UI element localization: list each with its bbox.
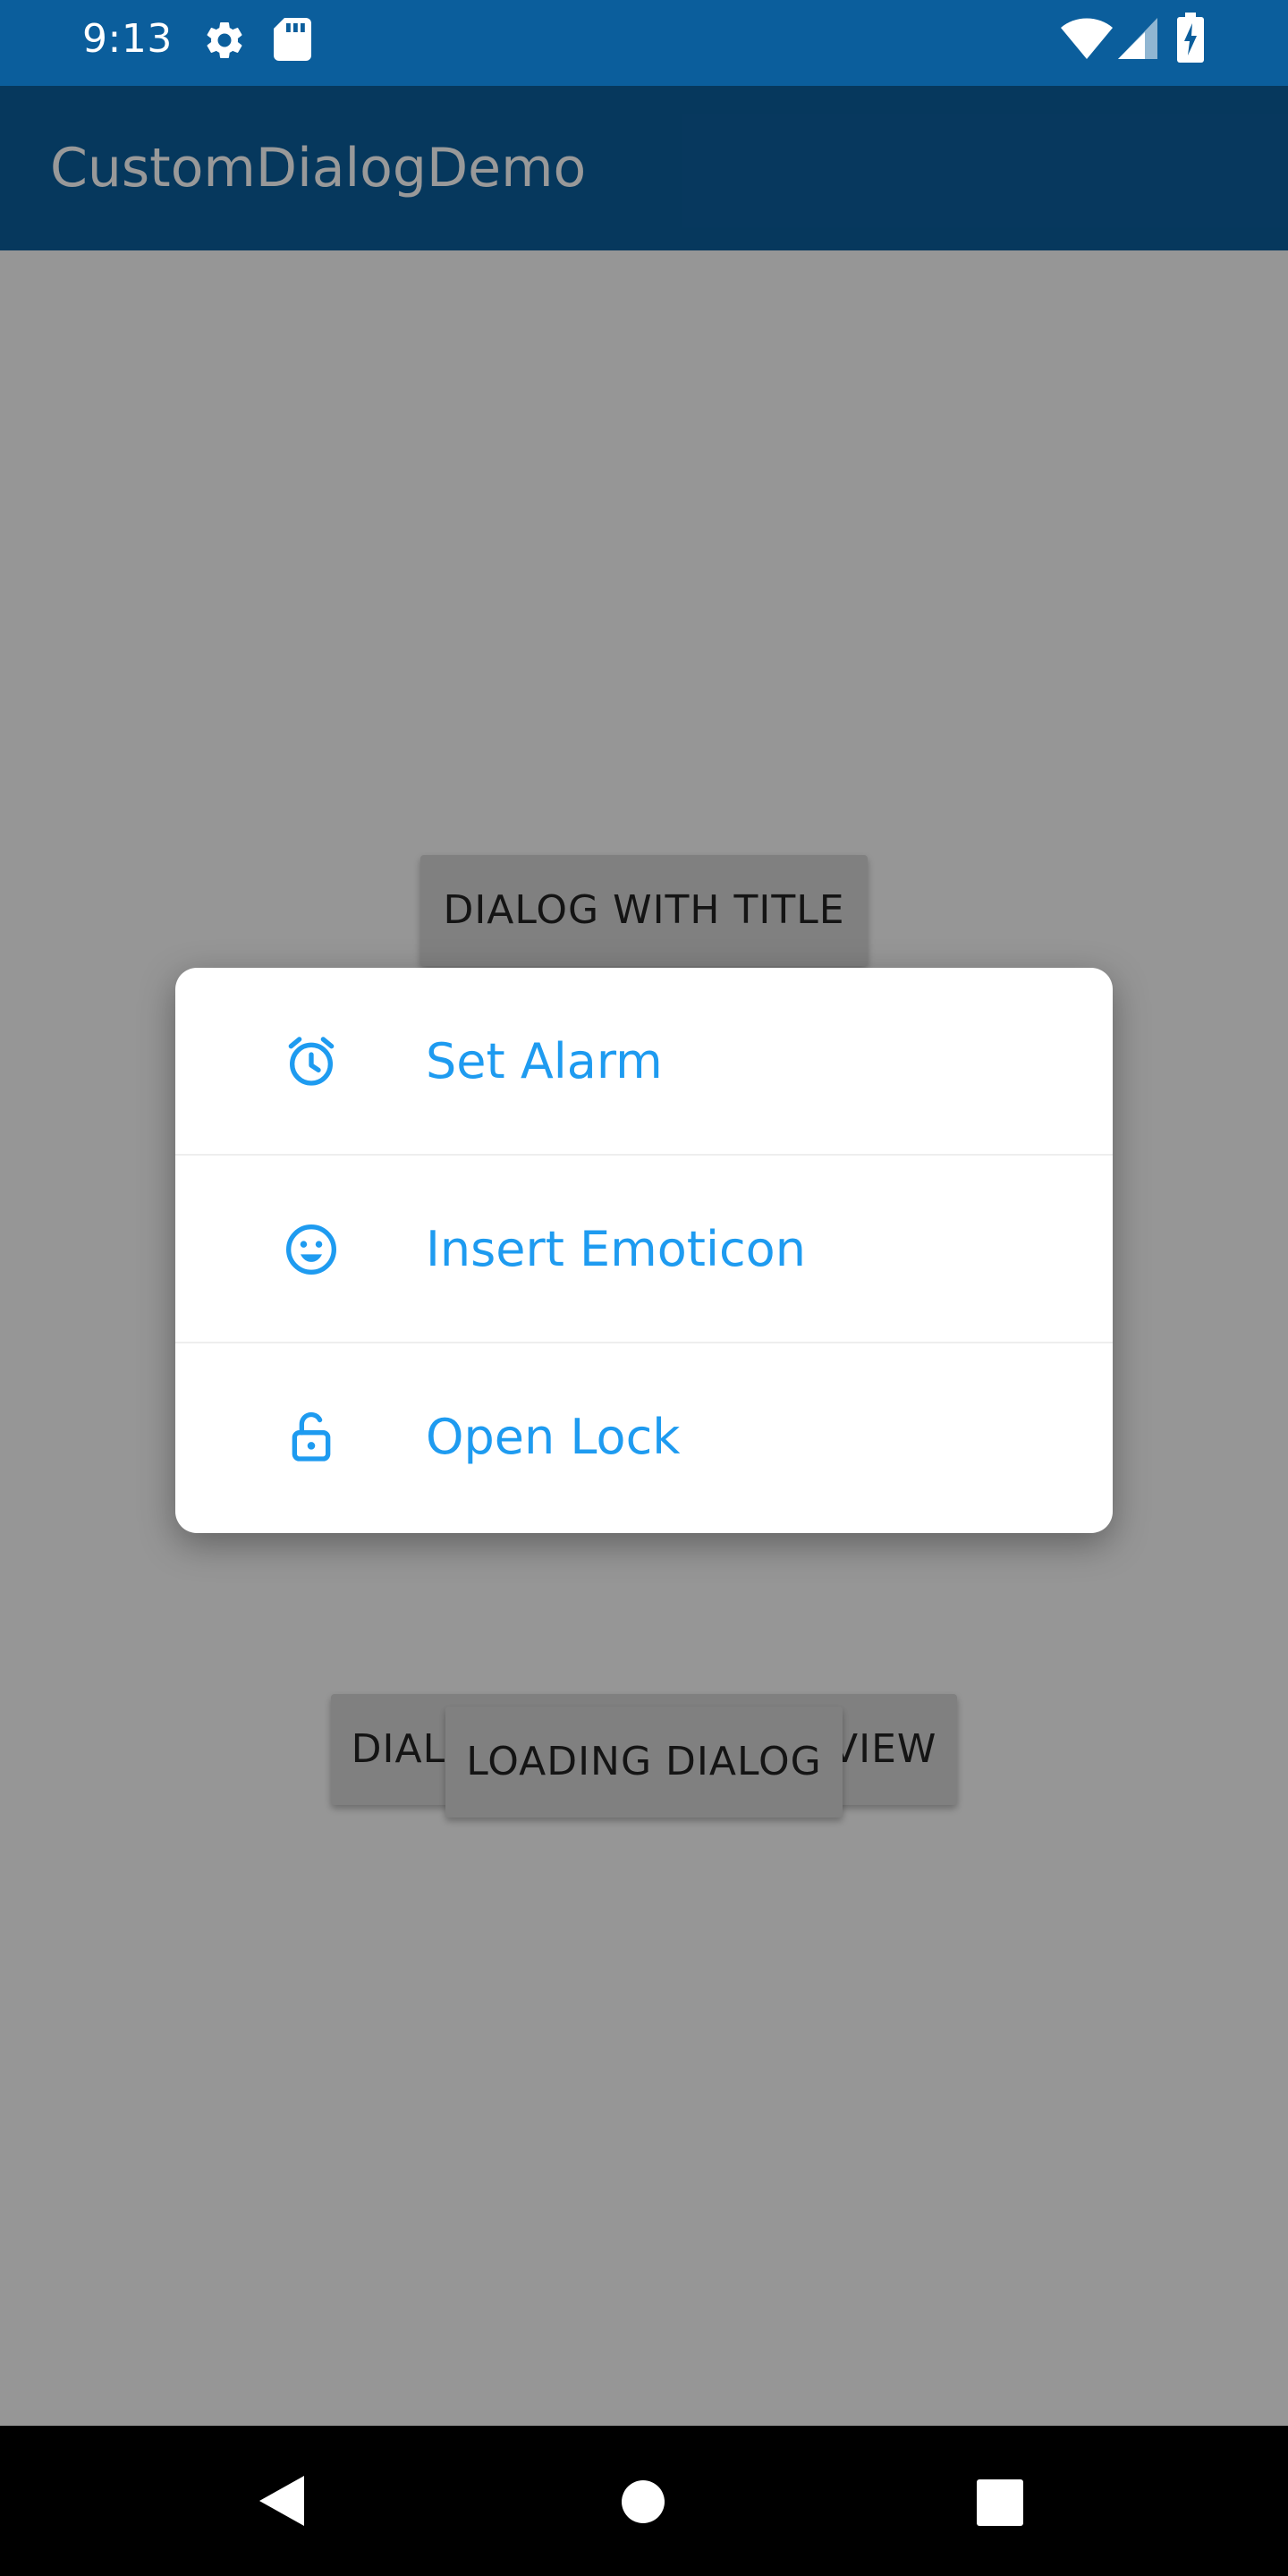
signal-icon xyxy=(1118,18,1157,59)
sd-card-icon xyxy=(274,18,311,61)
open-lock-label: Open Lock xyxy=(426,1409,681,1465)
dialog-item-set-alarm[interactable]: Set Alarm xyxy=(175,968,1113,1156)
gear-icon xyxy=(207,21,242,58)
unlocked-padlock-icon xyxy=(292,1411,331,1462)
dialog-item-open-lock[interactable]: Open Lock xyxy=(175,1343,1113,1533)
recents-square-icon[interactable] xyxy=(977,2479,1023,2526)
status-time: 9:13 xyxy=(82,16,173,62)
set-alarm-label: Set Alarm xyxy=(426,1033,663,1089)
smiley-icon xyxy=(286,1224,336,1275)
insert-emoticon-label: Insert Emoticon xyxy=(426,1221,806,1277)
status-bar: 9:13 xyxy=(0,0,1288,86)
back-triangle-icon[interactable] xyxy=(258,2474,306,2528)
home-circle-icon[interactable] xyxy=(621,2479,665,2524)
custom-dialog: Set Alarm Insert Emoticon Open Lock xyxy=(175,968,1113,1533)
alarm-clock-icon xyxy=(288,1037,335,1086)
dialog-item-insert-emoticon[interactable]: Insert Emoticon xyxy=(175,1156,1113,1343)
battery-charging-icon xyxy=(1177,13,1204,63)
navigation-bar xyxy=(0,2426,1288,2576)
screen: 9:13 CustomDialogDemo DIALOG WITH TITLE xyxy=(0,0,1288,2576)
wifi-icon xyxy=(1061,18,1113,59)
